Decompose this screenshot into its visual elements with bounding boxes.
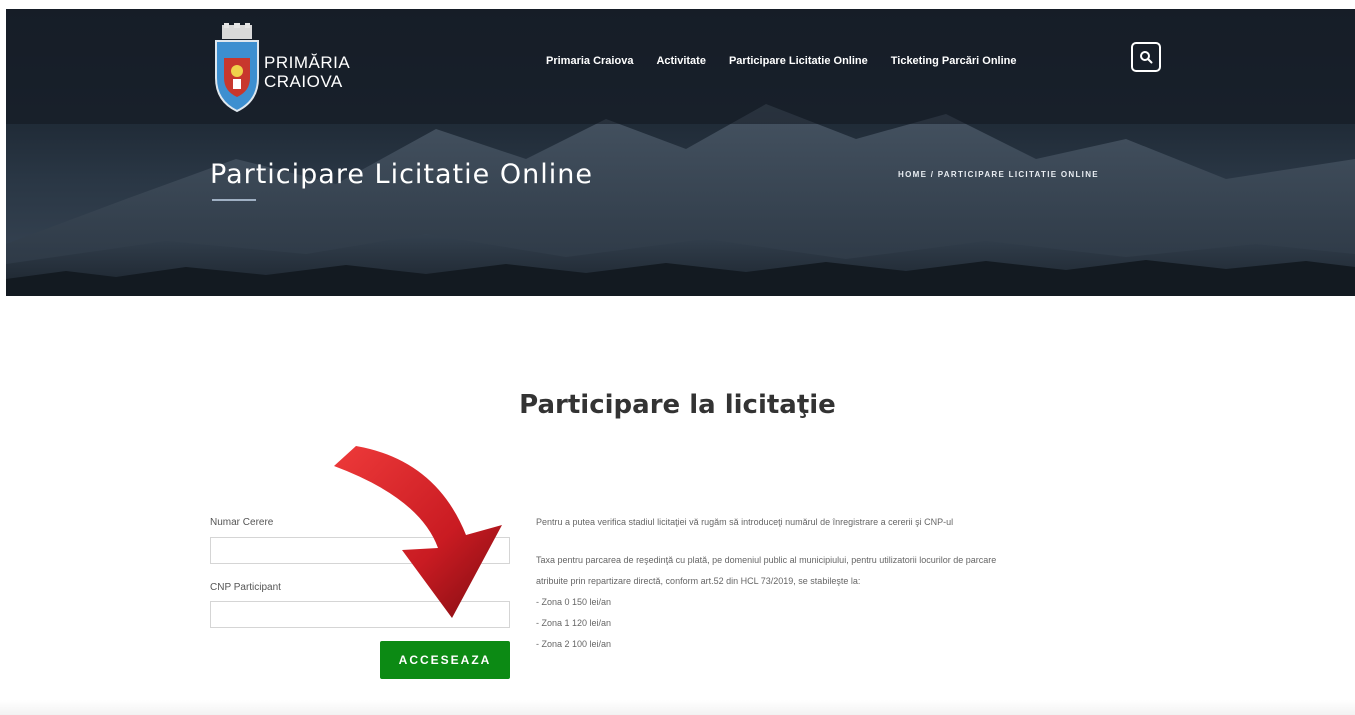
coat-of-arms-icon (215, 23, 259, 113)
info-zone-1: - Zona 1 120 lei/an (536, 618, 612, 628)
nav-item-ticketing-parcari-online[interactable]: Ticketing Parcări Online (891, 55, 1017, 67)
numar-cerere-label: Numar Cerere (210, 517, 274, 528)
page-title: Participare Licitatie Online (210, 159, 593, 190)
logo-line-1: PRIMĂRIA (264, 53, 351, 72)
info-zone-0: - Zona 0 150 lei/an (536, 597, 612, 607)
info-zone-2: - Zona 2 100 lei/an (536, 639, 612, 649)
nav-item-primaria-craiova[interactable]: Primaria Craiova (546, 55, 633, 67)
nav-item-activitate[interactable]: Activitate (656, 55, 706, 67)
cnp-participant-label: CNP Participant (210, 582, 281, 593)
acceseaza-button[interactable]: ACCESEAZA (380, 641, 510, 679)
breadcrumb: HOME / PARTICIPARE LICITATIE ONLINE (898, 170, 1099, 179)
main-navigation: Primaria Craiova Activitate Participare … (546, 49, 1039, 73)
title-underline (212, 199, 256, 201)
search-icon (1140, 51, 1153, 64)
red-arrow-icon (334, 446, 502, 618)
logo-text: PRIMĂRIA CRAIOVA (264, 53, 350, 91)
footer-shadow (0, 700, 1355, 715)
info-instruction: Pentru a putea verifica stadiul licitaţi… (536, 517, 954, 527)
section-title: Participare la licitaţie (519, 390, 836, 420)
logo[interactable]: PRIMĂRIA CRAIOVA (212, 23, 392, 118)
info-fee-line-1: Taxa pentru parcarea de reşedinţă cu pla… (536, 555, 997, 565)
hero-banner: PRIMĂRIA CRAIOVA Primaria Craiova Activi… (6, 9, 1355, 296)
info-fee-line-2: atribuite prin repartizare directă, conf… (536, 576, 861, 586)
logo-line-2: CRAIOVA (264, 72, 343, 91)
nav-item-participare-licitatie-online[interactable]: Participare Licitatie Online (729, 55, 868, 67)
page: PRIMĂRIA CRAIOVA Primaria Craiova Activi… (0, 0, 1355, 715)
search-button[interactable] (1131, 42, 1161, 72)
